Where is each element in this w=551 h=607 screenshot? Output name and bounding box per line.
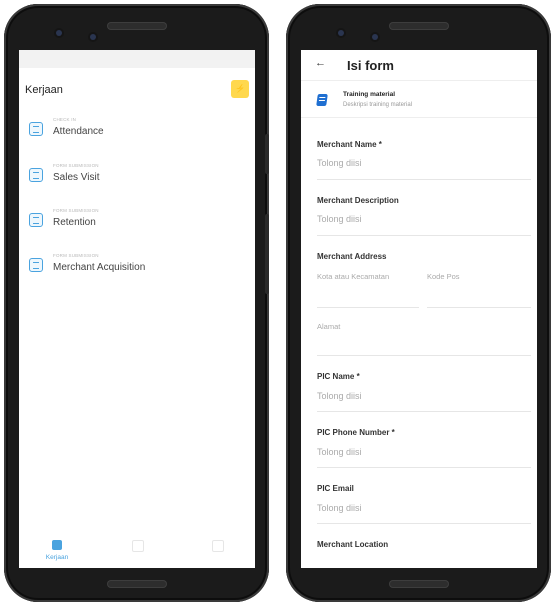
task-list-icon: [52, 540, 62, 550]
task-retention[interactable]: FORM SUBMISSION Retention: [25, 207, 245, 243]
flash-icon[interactable]: ⚡: [231, 80, 249, 98]
page-title: Kerjaan: [25, 84, 63, 96]
merchant-name-input[interactable]: Tolong diisi: [317, 158, 362, 168]
divider: [317, 411, 531, 412]
postal-code-input[interactable]: Kode Pos: [427, 272, 460, 281]
training-title: Training material: [343, 91, 396, 98]
nav-item-3[interactable]: [187, 524, 247, 568]
divider: [317, 179, 531, 180]
task-name-label: Sales Visit: [53, 172, 100, 183]
form-icon: [29, 213, 43, 227]
app-header: Kerjaan ⚡: [19, 68, 255, 112]
calendar-check-icon: [29, 122, 43, 136]
task-type-label: CHECK IN: [53, 117, 77, 122]
history-icon: [132, 540, 144, 552]
form-header: ← Isi form: [301, 50, 537, 81]
bottom-nav: Kerjaan: [19, 524, 255, 568]
divider: [317, 307, 419, 308]
training-description: Deskripsi training material: [343, 102, 413, 108]
address-input[interactable]: Alamat: [317, 322, 340, 331]
task-name-label: Retention: [53, 217, 96, 228]
task-type-label: FORM SUBMISSION: [53, 253, 99, 258]
volume-button: [265, 214, 269, 294]
task-name-label: Merchant Acquisition: [53, 262, 146, 273]
pic-email-input[interactable]: Tolong diisi: [317, 503, 362, 513]
sensor-icon: [338, 30, 344, 36]
pic-name-label: PIC Name *: [317, 372, 360, 381]
front-camera-icon: [372, 34, 378, 40]
divider: [317, 235, 531, 236]
merchant-description-label: Merchant Description: [317, 196, 399, 205]
right-phone-frame: ← Isi form Training material Deskripsi t…: [286, 4, 551, 602]
earpiece: [388, 22, 449, 30]
page-title: Isi form: [347, 58, 394, 73]
task-merchant-acquisition[interactable]: FORM SUBMISSION Merchant Acquisition: [25, 252, 245, 288]
training-material-card[interactable]: Training material Deskripsi training mat…: [301, 81, 537, 118]
left-screen: Kerjaan ⚡ CHECK IN Attendance FORM SUBMI…: [19, 50, 255, 568]
divider: [317, 467, 531, 468]
task-type-label: FORM SUBMISSION: [53, 208, 99, 213]
left-phone-frame: Kerjaan ⚡ CHECK IN Attendance FORM SUBMI…: [4, 4, 269, 602]
nav-item-kerjaan[interactable]: Kerjaan: [27, 524, 87, 568]
front-camera-icon: [90, 34, 96, 40]
merchant-location-label: Merchant Location: [317, 540, 389, 549]
back-arrow-icon[interactable]: ←: [315, 57, 326, 69]
merchant-address-label: Merchant Address: [317, 252, 387, 261]
right-screen: ← Isi form Training material Deskripsi t…: [301, 50, 537, 568]
pic-name-input[interactable]: Tolong diisi: [317, 391, 362, 401]
profile-icon: [212, 540, 224, 552]
task-attendance[interactable]: CHECK IN Attendance: [25, 116, 245, 152]
pic-phone-input[interactable]: Tolong diisi: [317, 447, 362, 457]
divider: [317, 523, 531, 524]
nav-label: Kerjaan: [45, 554, 69, 561]
earpiece: [106, 22, 167, 30]
merchant-name-label: Merchant Name *: [317, 140, 382, 149]
form-icon: [29, 168, 43, 182]
merchant-description-input[interactable]: Tolong diisi: [317, 214, 362, 224]
pic-email-label: PIC Email: [317, 484, 354, 493]
divider: [427, 307, 531, 308]
city-input[interactable]: Kota atau Kecamatan: [317, 272, 389, 281]
task-type-label: FORM SUBMISSION: [53, 163, 99, 168]
book-icon: [316, 94, 328, 106]
form-icon: [29, 258, 43, 272]
status-bar: [19, 50, 255, 68]
bottom-speaker: [106, 580, 167, 588]
task-sales-visit[interactable]: FORM SUBMISSION Sales Visit: [25, 162, 245, 198]
pic-phone-label: PIC Phone Number *: [317, 428, 395, 437]
bottom-speaker: [388, 580, 449, 588]
divider: [317, 355, 531, 356]
power-button: [265, 134, 269, 174]
nav-item-2[interactable]: [107, 524, 167, 568]
sensor-icon: [56, 30, 62, 36]
task-name-label: Attendance: [53, 126, 104, 137]
